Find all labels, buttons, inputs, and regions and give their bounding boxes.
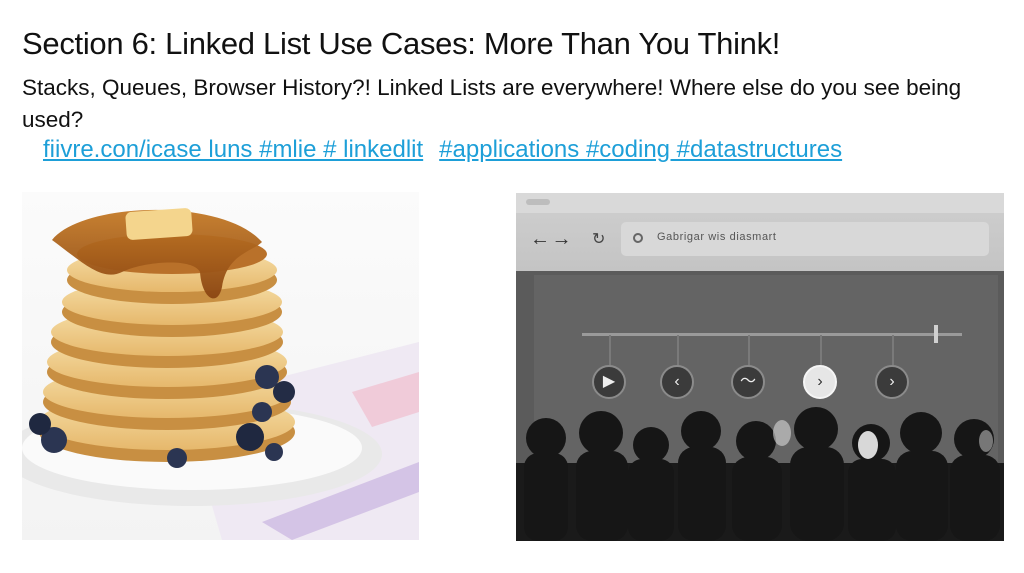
timeline-knob[interactable] [934, 325, 938, 343]
tab-strip [516, 193, 1004, 213]
pancake-illustration [22, 208, 419, 540]
pancake-stack-image [22, 192, 419, 540]
slide-title: Section 6: Linked List Use Cases: More T… [22, 26, 781, 61]
browser-history-image: ← → ↻ Gabrigar wis diasmart ▶ ‹ 〜 › › [516, 193, 1004, 541]
browser-tab[interactable] [526, 199, 550, 205]
browser-chrome: ← → ↻ Gabrigar wis diasmart [516, 193, 1004, 271]
address-bar[interactable]: Gabrigar wis diasmart [621, 222, 989, 256]
crowd-silhouettes [516, 407, 1004, 541]
site-info-icon [633, 233, 643, 243]
address-text: Gabrigar wis diasmart [657, 231, 777, 243]
reload-icon[interactable]: ↻ [592, 229, 605, 249]
hashtag-links: fiivre.con/icase luns #mlie # linkedlit #… [43, 136, 842, 164]
history-timeline[interactable] [582, 333, 962, 336]
slide-subtitle: Stacks, Queues, Browser History?! Linked… [22, 75, 962, 132]
nav-arrows-icon[interactable]: ← → [530, 228, 572, 251]
butter [125, 208, 193, 240]
link-2[interactable]: #applications #coding #datastructures [439, 136, 842, 163]
link-1[interactable]: fiivre.con/icase luns #mlie # linkedlit [43, 136, 423, 163]
